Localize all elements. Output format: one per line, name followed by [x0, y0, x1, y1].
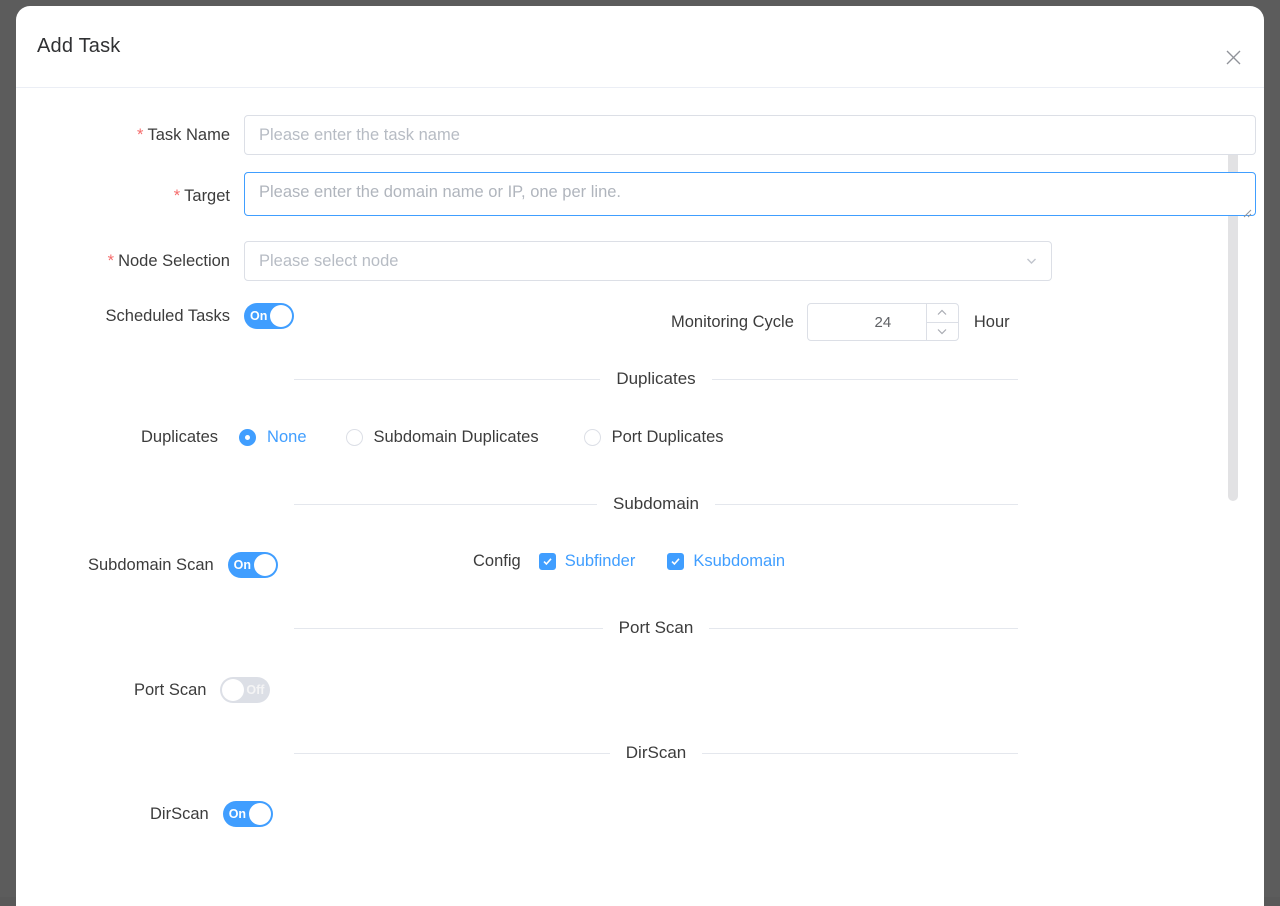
node-selection-row: *Node Selection Please select node [74, 241, 1052, 281]
radio-label: Port Duplicates [612, 428, 724, 447]
stepper-increase-button[interactable] [927, 304, 958, 323]
divider-line-right [715, 504, 1018, 505]
checkbox-indicator [539, 553, 556, 570]
duplicates-section-caption: Duplicates [600, 369, 711, 389]
divider-line-right [712, 379, 1018, 380]
chevron-down-icon [1024, 254, 1039, 269]
radio-label: Subdomain Duplicates [374, 428, 539, 447]
divider-line-left [294, 504, 597, 505]
dirscan-section-divider: DirScan [294, 743, 1018, 763]
toggle-state-text: On [244, 309, 273, 323]
port-scan-section-caption: Port Scan [603, 618, 710, 638]
monitoring-cycle-unit: Hour [974, 313, 1010, 332]
stepper-buttons [926, 304, 958, 340]
dirscan-toggle[interactable]: On [223, 801, 273, 827]
dirscan-section-caption: DirScan [610, 743, 702, 763]
close-icon[interactable] [1220, 44, 1246, 70]
port-scan-row: Port Scan Off [134, 677, 270, 703]
dialog-header: Add Task [16, 6, 1264, 88]
duplicates-section-divider: Duplicates [294, 369, 1018, 389]
port-scan-toggle[interactable]: Off [220, 677, 270, 703]
monitoring-cycle-stepper[interactable] [807, 303, 959, 341]
radio-indicator [346, 429, 363, 446]
port-scan-label: Port Scan [134, 681, 206, 700]
divider-line-right [702, 753, 1018, 754]
divider-line-left [294, 379, 600, 380]
checkbox-label: Ksubdomain [693, 552, 785, 571]
radio-duplicates-none[interactable]: None [239, 428, 306, 447]
task-name-row: *Task Name [106, 115, 1256, 155]
subdomain-section-divider: Subdomain [294, 494, 1018, 514]
divider-line-left [294, 628, 603, 629]
node-selection-placeholder: Please select node [245, 252, 398, 271]
add-task-dialog: Add Task *Task Name *Target [16, 6, 1264, 906]
subdomain-config-label: Config [473, 552, 521, 571]
subdomain-scan-row: Subdomain Scan On [88, 552, 278, 578]
toggle-state-text: On [228, 558, 257, 572]
node-selection-label: *Node Selection [74, 252, 230, 271]
subdomain-section-caption: Subdomain [597, 494, 715, 514]
toggle-knob [222, 679, 244, 701]
dirscan-label: DirScan [150, 805, 209, 824]
monitoring-cycle-label: Monitoring Cycle [671, 313, 794, 332]
checkbox-ksubdomain[interactable]: Ksubdomain [667, 552, 785, 571]
scheduled-tasks-toggle[interactable]: On [244, 303, 294, 329]
radio-duplicates-port[interactable]: Port Duplicates [584, 428, 724, 447]
subdomain-config-row: Config Subfinder Ksubdomain [473, 552, 785, 571]
required-marker: * [137, 126, 143, 144]
radio-indicator [584, 429, 601, 446]
toggle-knob [254, 554, 276, 576]
checkbox-indicator [667, 553, 684, 570]
duplicates-label: Duplicates [141, 428, 218, 447]
page-title: Add Task [37, 35, 121, 58]
stepper-decrease-button[interactable] [927, 323, 958, 341]
checkbox-subfinder[interactable]: Subfinder [539, 552, 636, 571]
radio-duplicates-subdomain[interactable]: Subdomain Duplicates [346, 428, 539, 447]
port-scan-section-divider: Port Scan [294, 618, 1018, 638]
subdomain-scan-toggle[interactable]: On [228, 552, 278, 578]
dialog-body: *Task Name *Target *Node Sel [16, 88, 1264, 902]
dirscan-row: DirScan On [150, 801, 273, 827]
target-textarea[interactable] [244, 172, 1256, 216]
monitoring-cycle-row: Monitoring Cycle Hour [671, 303, 1010, 341]
target-label: *Target [106, 187, 230, 206]
radio-label: None [267, 428, 306, 447]
toggle-state-text: Off [240, 683, 270, 697]
target-row: *Target [106, 172, 1256, 221]
required-marker: * [108, 252, 114, 270]
subdomain-scan-label: Subdomain Scan [88, 556, 214, 575]
scheduled-tasks-label: Scheduled Tasks [78, 307, 230, 326]
divider-line-right [709, 628, 1018, 629]
scheduled-tasks-row: Scheduled Tasks On [78, 303, 294, 329]
required-marker: * [174, 187, 180, 205]
node-selection-select[interactable]: Please select node [244, 241, 1052, 281]
task-name-label: *Task Name [106, 126, 230, 145]
task-name-input[interactable] [244, 115, 1256, 155]
checkbox-label: Subfinder [565, 552, 636, 571]
divider-line-left [294, 753, 610, 754]
duplicates-row: Duplicates None Subdomain Duplicates Por… [141, 428, 724, 447]
radio-indicator [239, 429, 256, 446]
toggle-state-text: On [223, 807, 252, 821]
toggle-knob [270, 305, 292, 327]
toggle-knob [249, 803, 271, 825]
